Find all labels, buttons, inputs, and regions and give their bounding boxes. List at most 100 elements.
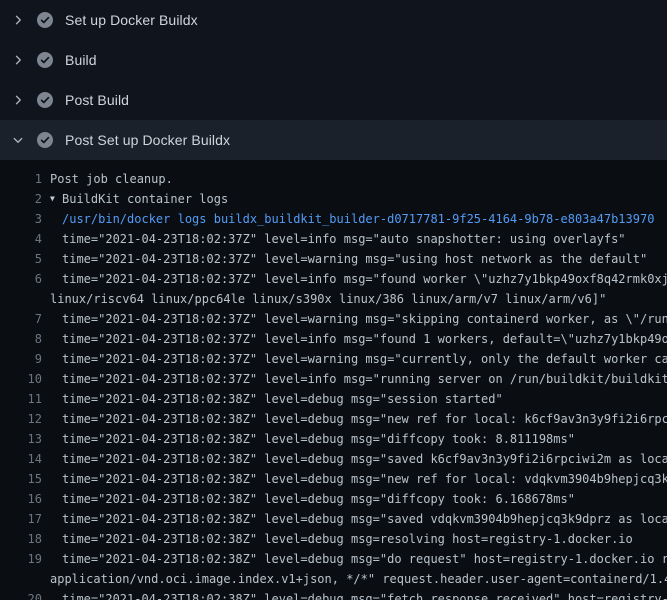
log-line-number[interactable]: 9 — [0, 349, 42, 369]
step-label: Post Build — [65, 92, 129, 108]
log-line-text: Post job cleanup. — [42, 169, 667, 189]
log-line-number[interactable]: 3 — [0, 209, 42, 229]
log-line: 13 time="2021-04-23T18:02:38Z" level=deb… — [0, 429, 667, 449]
log-line-number[interactable]: 2 — [0, 189, 42, 209]
log-line-content: Post job cleanup. — [50, 172, 173, 186]
log-line-text: time="2021-04-23T18:02:38Z" level=debug … — [42, 469, 667, 489]
log-line-text: time="2021-04-23T18:02:37Z" level=info m… — [42, 329, 667, 349]
step-label: Set up Docker Buildx — [65, 12, 198, 28]
log-line: 17 time="2021-04-23T18:02:38Z" level=deb… — [0, 509, 667, 529]
log-line-number[interactable]: 20 — [0, 589, 42, 600]
step-row-setup-docker-buildx[interactable]: Set up Docker Buildx — [0, 0, 667, 40]
log-line: 4 time="2021-04-23T18:02:37Z" level=info… — [0, 229, 667, 249]
log-line: 1 Post job cleanup. — [0, 169, 667, 189]
log-line-number[interactable]: 14 — [0, 449, 42, 469]
log-line-text: ▼BuildKit container logs — [42, 189, 667, 209]
chevron-right-icon — [10, 12, 26, 28]
log-line-text: time="2021-04-23T18:02:37Z" level=info m… — [42, 369, 667, 389]
log-line-content: time="2021-04-23T18:02:38Z" level=debug … — [62, 452, 667, 466]
log-line-content: application/vnd.oci.image.index.v1+json,… — [50, 572, 667, 586]
log-line: 10 time="2021-04-23T18:02:37Z" level=inf… — [0, 369, 667, 389]
log-line-content: time="2021-04-23T18:02:38Z" level=debug … — [62, 512, 667, 526]
log-line-content: time="2021-04-23T18:02:38Z" level=debug … — [62, 552, 667, 566]
log-line: 5 time="2021-04-23T18:02:37Z" level=warn… — [0, 249, 667, 269]
log-line: 12 time="2021-04-23T18:02:38Z" level=deb… — [0, 409, 667, 429]
log-line-content: BuildKit container logs — [62, 192, 228, 206]
log-line-text: time="2021-04-23T18:02:38Z" level=debug … — [42, 589, 667, 600]
log-line-text: time="2021-04-23T18:02:38Z" level=debug … — [42, 509, 667, 529]
log-line-number[interactable]: 11 — [0, 389, 42, 409]
log-line-text: time="2021-04-23T18:02:38Z" level=debug … — [42, 389, 667, 409]
log-line-content: time="2021-04-23T18:02:37Z" level=warnin… — [62, 352, 667, 366]
log-line-content: time="2021-04-23T18:02:37Z" level=info m… — [62, 332, 667, 346]
log-line-content: time="2021-04-23T18:02:37Z" level=warnin… — [62, 312, 667, 326]
log-line-text: time="2021-04-23T18:02:38Z" level=debug … — [42, 409, 667, 429]
log-line: 3 /usr/bin/docker logs buildx_buildkit_b… — [0, 209, 667, 229]
chevron-down-icon — [10, 132, 26, 148]
log-line-number[interactable]: 17 — [0, 509, 42, 529]
log-line-content: time="2021-04-23T18:02:38Z" level=debug … — [62, 492, 575, 506]
chevron-right-icon — [10, 92, 26, 108]
log-line: 11 time="2021-04-23T18:02:38Z" level=deb… — [0, 389, 667, 409]
log-line: 14 time="2021-04-23T18:02:38Z" level=deb… — [0, 449, 667, 469]
log-line-number[interactable] — [0, 289, 42, 309]
check-circle-icon — [37, 92, 53, 108]
log-line: 15 time="2021-04-23T18:02:38Z" level=deb… — [0, 469, 667, 489]
log-line-number[interactable]: 16 — [0, 489, 42, 509]
step-row-post-setup-docker-buildx[interactable]: Post Set up Docker Buildx — [0, 120, 667, 160]
log-line-content: time="2021-04-23T18:02:38Z" level=debug … — [62, 412, 667, 426]
step-row-build[interactable]: Build — [0, 40, 667, 80]
log-line-text: time="2021-04-23T18:02:37Z" level=warnin… — [42, 309, 667, 329]
log-line-content: time="2021-04-23T18:02:38Z" level=debug … — [62, 432, 575, 446]
log-line-content: /usr/bin/docker logs buildx_buildkit_bui… — [62, 212, 654, 226]
log-line-text: time="2021-04-23T18:02:38Z" level=debug … — [42, 529, 667, 549]
step-label: Build — [65, 52, 97, 68]
step-label: Post Set up Docker Buildx — [65, 132, 230, 148]
group-toggle-icon[interactable]: ▼ — [50, 189, 62, 209]
log-line: 6 time="2021-04-23T18:02:37Z" level=info… — [0, 269, 667, 289]
log-line: 9 time="2021-04-23T18:02:37Z" level=warn… — [0, 349, 667, 369]
log-line-content: time="2021-04-23T18:02:37Z" level=info m… — [62, 232, 626, 246]
log-line: 2 ▼BuildKit container logs — [0, 189, 667, 209]
log-line-number[interactable]: 7 — [0, 309, 42, 329]
log-line-number[interactable]: 12 — [0, 409, 42, 429]
log-console: 1 Post job cleanup. 2 ▼BuildKit containe… — [0, 160, 667, 600]
log-line: 7 time="2021-04-23T18:02:37Z" level=warn… — [0, 309, 667, 329]
log-line-number[interactable]: 15 — [0, 469, 42, 489]
log-line-text: linux/riscv64 linux/ppc64le linux/s390x … — [42, 289, 667, 309]
log-line-number[interactable]: 8 — [0, 329, 42, 349]
log-line-text: time="2021-04-23T18:02:37Z" level=warnin… — [42, 249, 667, 269]
chevron-right-icon — [10, 52, 26, 68]
step-row-post-build[interactable]: Post Build — [0, 80, 667, 120]
log-line: 16 time="2021-04-23T18:02:38Z" level=deb… — [0, 489, 667, 509]
log-line-text: time="2021-04-23T18:02:38Z" level=debug … — [42, 549, 667, 569]
log-line-number[interactable]: 10 — [0, 369, 42, 389]
log-line-content: time="2021-04-23T18:02:38Z" level=debug … — [62, 592, 667, 600]
check-circle-icon — [37, 12, 53, 28]
log-line-number[interactable]: 6 — [0, 269, 42, 289]
log-line-content: time="2021-04-23T18:02:38Z" level=debug … — [62, 532, 633, 546]
log-line-content: linux/riscv64 linux/ppc64le linux/s390x … — [50, 292, 606, 306]
log-line: 8 time="2021-04-23T18:02:37Z" level=info… — [0, 329, 667, 349]
log-line-number[interactable]: 19 — [0, 549, 42, 569]
log-line-text: application/vnd.oci.image.index.v1+json,… — [42, 569, 667, 589]
log-line-number[interactable]: 5 — [0, 249, 42, 269]
log-line-text: time="2021-04-23T18:02:38Z" level=debug … — [42, 449, 667, 469]
log-line: 20 time="2021-04-23T18:02:38Z" level=deb… — [0, 589, 667, 600]
log-line-content: time="2021-04-23T18:02:38Z" level=debug … — [62, 472, 667, 486]
log-line-number[interactable] — [0, 569, 42, 589]
check-circle-icon — [37, 132, 53, 148]
log-line-number[interactable]: 4 — [0, 229, 42, 249]
log-line-content: time="2021-04-23T18:02:37Z" level=warnin… — [62, 252, 647, 266]
log-line-text: time="2021-04-23T18:02:38Z" level=debug … — [42, 429, 667, 449]
log-line-number[interactable]: 13 — [0, 429, 42, 449]
log-line-text: /usr/bin/docker logs buildx_buildkit_bui… — [42, 209, 667, 229]
log-line: 18 time="2021-04-23T18:02:38Z" level=deb… — [0, 529, 667, 549]
log-line-text: time="2021-04-23T18:02:37Z" level=warnin… — [42, 349, 667, 369]
log-line-number[interactable]: 1 — [0, 169, 42, 189]
log-line-text: time="2021-04-23T18:02:38Z" level=debug … — [42, 489, 667, 509]
actions-log-viewer: Set up Docker Buildx Build Post Build — [0, 0, 667, 600]
log-line-number[interactable]: 18 — [0, 529, 42, 549]
log-line-text: time="2021-04-23T18:02:37Z" level=info m… — [42, 229, 667, 249]
step-list: Set up Docker Buildx Build Post Build — [0, 0, 667, 160]
